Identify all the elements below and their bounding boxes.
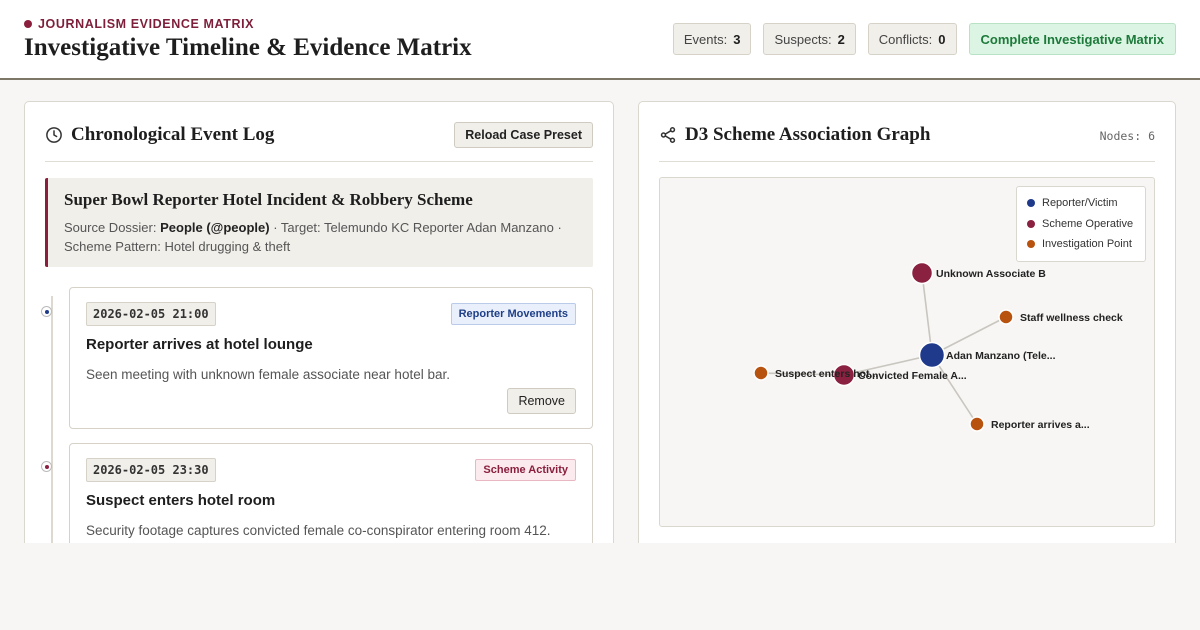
share-nodes-icon xyxy=(660,127,676,143)
graph-node-adan[interactable] xyxy=(918,341,946,369)
event-description: Security footage captures convicted fema… xyxy=(86,523,551,538)
event-log-panel: Chronological Event Log Reload Case Pres… xyxy=(24,101,614,551)
stat-suspects-value: 2 xyxy=(837,31,845,47)
legend-item-reporter: Reporter/Victim xyxy=(1027,193,1135,214)
stat-suspects: Suspects: 2 xyxy=(763,23,856,55)
stats-bar: Events: 3 Suspects: 2 Conflicts: 0 Compl… xyxy=(672,23,1176,55)
page-bottom-area xyxy=(0,543,1200,630)
graph-node-label: Suspect enters hot... xyxy=(775,368,878,380)
event-title: Suspect enters hotel room xyxy=(86,492,276,509)
graph-node-wellness[interactable] xyxy=(998,309,1014,325)
legend-label: Investigation Point xyxy=(1042,238,1132,251)
stat-events-label: Events: xyxy=(683,31,728,47)
clock-icon xyxy=(46,127,62,143)
stat-conflicts-label: Conflicts: xyxy=(878,31,933,47)
event-timestamp: 2026-02-05 23:30 xyxy=(86,458,216,482)
stat-suspects-label: Suspects: xyxy=(774,31,832,47)
graph-node-unknown[interactable] xyxy=(910,261,934,285)
event-title: Reporter arrives at hotel lounge xyxy=(86,336,313,353)
case-pattern-value: Hotel drugging & theft xyxy=(164,239,291,254)
event-log-title-text: Chronological Event Log xyxy=(71,124,275,145)
event-card: 2026-02-05 23:30 Scheme Activity Suspect… xyxy=(69,443,593,550)
legend-item-investigation: Investigation Point xyxy=(1027,234,1135,255)
graph-node-enters[interactable] xyxy=(753,365,769,381)
complete-matrix-badge[interactable]: Complete Investigative Matrix xyxy=(968,23,1176,55)
case-source-label: Source Dossier: xyxy=(64,220,157,235)
case-title: Super Bowl Reporter Hotel Incident & Rob… xyxy=(64,190,473,209)
case-meta: Source Dossier: People (@people) · Targe… xyxy=(64,218,577,256)
event-timestamp: 2026-02-05 21:00 xyxy=(86,302,216,326)
event-category-tag: Reporter Movements xyxy=(450,303,576,325)
graph-node-label: Adan Manzano (Tele... xyxy=(946,350,1056,362)
page-title: Investigative Timeline & Evidence Matrix xyxy=(24,34,472,61)
node-count: Nodes: 6 xyxy=(1099,129,1155,143)
stat-conflicts: Conflicts: 0 xyxy=(867,23,957,55)
event-log-title: Chronological Event Log xyxy=(45,124,274,146)
remove-event-button[interactable]: Remove xyxy=(507,388,576,414)
graph-canvas[interactable]: Adan Manzano (Tele... Unknown Associate B… xyxy=(659,177,1155,527)
stat-events: Events: 3 xyxy=(672,23,752,55)
top-bar: JOURNALISM EVIDENCE MATRIX Investigative… xyxy=(0,0,1200,80)
graph-node-label: Unknown Associate B xyxy=(936,268,1046,280)
reload-case-preset-button[interactable]: Reload Case Preset xyxy=(454,122,593,148)
graph-header: D3 Scheme Association Graph Nodes: 6 xyxy=(659,122,1155,162)
graph-title: D3 Scheme Association Graph xyxy=(659,124,930,146)
eyebrow-label: JOURNALISM EVIDENCE MATRIX xyxy=(38,17,255,31)
graph-node-label: Staff wellness check xyxy=(1020,312,1123,324)
case-target-label: · Target: xyxy=(273,220,321,235)
graph-node-arrives[interactable] xyxy=(969,416,985,432)
timeline-marker-scheme xyxy=(41,461,52,472)
legend-item-operative: Scheme Operative xyxy=(1027,214,1135,235)
brand-dot-icon xyxy=(24,20,32,28)
case-target-value: Telemundo KC Reporter Adan Manzano xyxy=(324,220,554,235)
event-card: 2026-02-05 21:00 Reporter Movements Repo… xyxy=(69,287,593,429)
graph-title-text: D3 Scheme Association Graph xyxy=(685,124,931,145)
association-graph-panel: D3 Scheme Association Graph Nodes: 6 Ada… xyxy=(638,101,1176,551)
legend-swatch xyxy=(1027,219,1035,228)
event-description: Seen meeting with unknown female associa… xyxy=(86,367,450,382)
event-log-header: Chronological Event Log Reload Case Pres… xyxy=(45,122,593,162)
case-summary: Super Bowl Reporter Hotel Incident & Rob… xyxy=(45,178,593,267)
app-eyebrow: JOURNALISM EVIDENCE MATRIX xyxy=(24,17,254,31)
legend-label: Reporter/Victim xyxy=(1042,197,1118,210)
legend-swatch xyxy=(1027,240,1035,249)
timeline-marker-reporter xyxy=(41,306,52,317)
stat-conflicts-value: 0 xyxy=(938,31,946,47)
timeline-line xyxy=(51,296,53,550)
graph-legend: Reporter/Victim Scheme Operative Investi… xyxy=(1016,186,1146,262)
legend-label: Scheme Operative xyxy=(1042,217,1134,230)
graph-node-label: Reporter arrives a... xyxy=(991,419,1090,431)
legend-swatch xyxy=(1027,199,1035,208)
case-source-value: People (@people) xyxy=(160,220,270,235)
stat-events-value: 3 xyxy=(733,31,741,47)
event-category-tag: Scheme Activity xyxy=(475,459,576,481)
